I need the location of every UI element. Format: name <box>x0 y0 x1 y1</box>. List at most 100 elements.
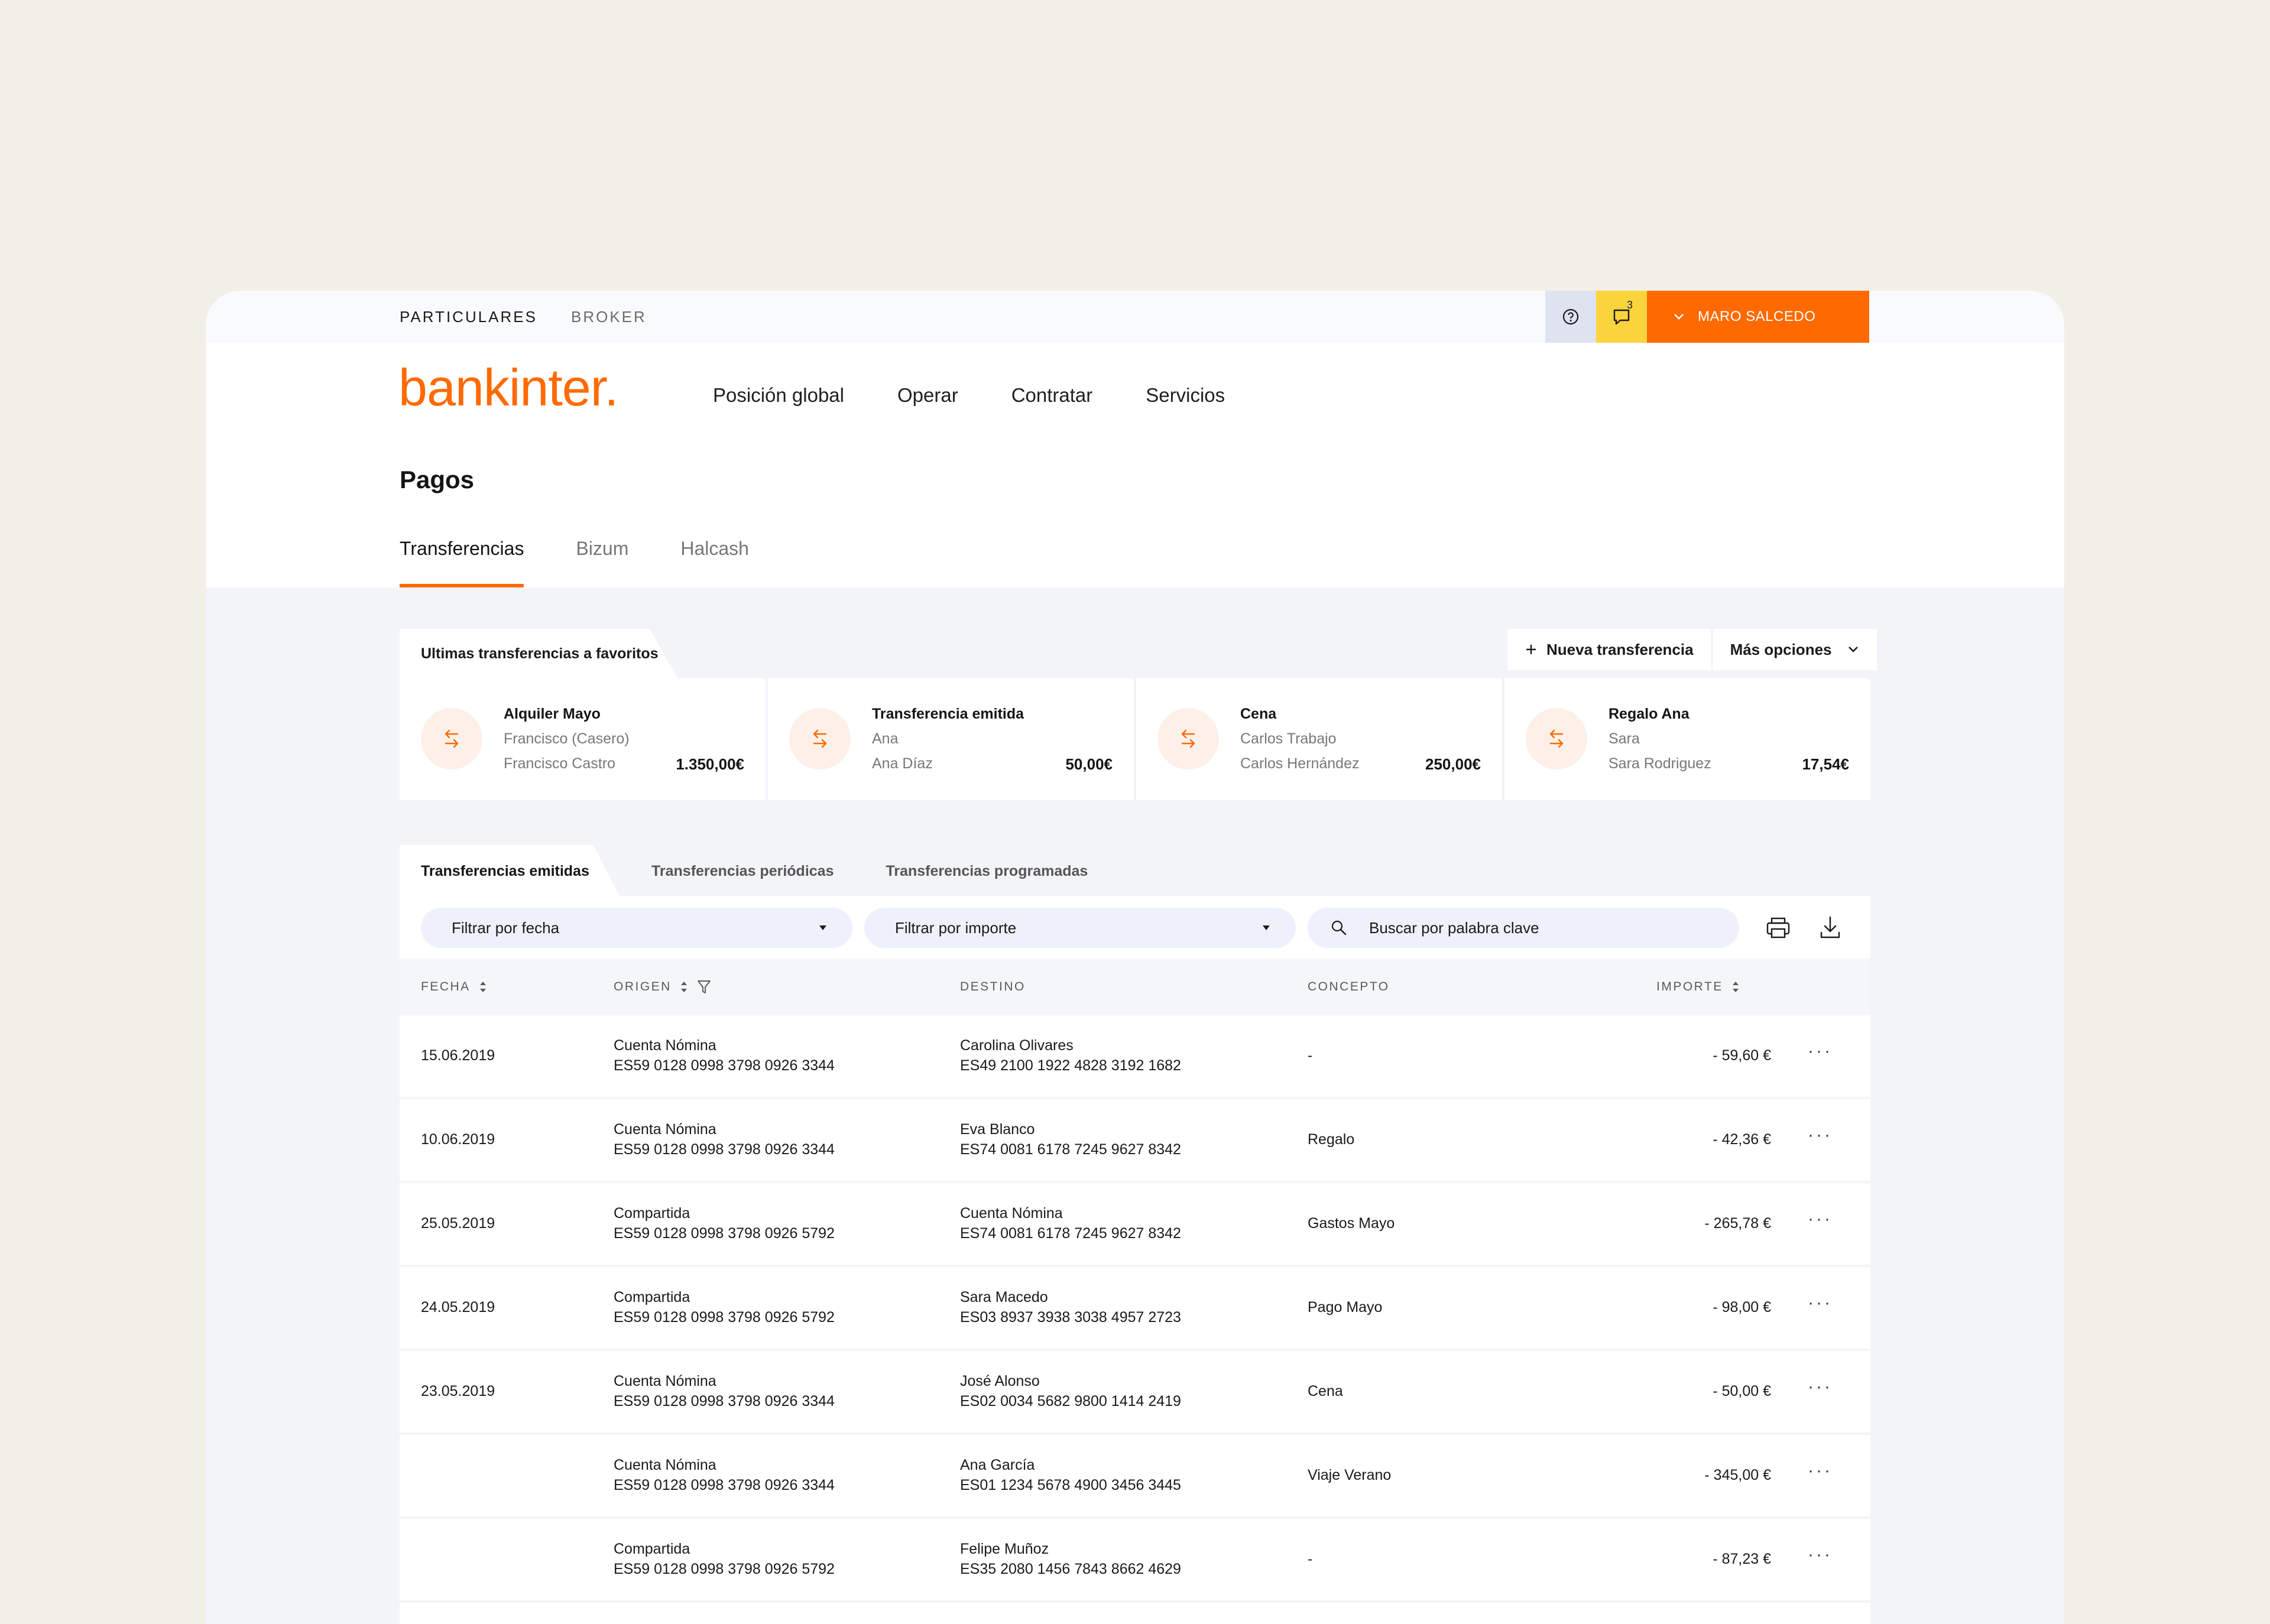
chevron-down-icon <box>1674 314 1684 320</box>
favorite-amount: 50,00€ <box>1065 755 1113 773</box>
favorite-card[interactable]: Transferencia emitida Ana Ana Díaz 50,00… <box>768 678 1134 800</box>
cell-importe: - 98,00 € <box>1713 1299 1771 1316</box>
cell-destino: Felipe Muñoz ES35 2080 1456 7843 8662 46… <box>960 1539 1181 1579</box>
segment-particulares[interactable]: PARTICULARES <box>400 291 537 343</box>
print-icon <box>1766 917 1790 938</box>
row-more-icon[interactable]: ··· <box>1808 1041 1833 1061</box>
table-row[interactable]: Cuenta Nómina ES59 0128 0998 3798 0926 3… <box>400 1435 1870 1516</box>
row-more-icon[interactable]: ··· <box>1808 1125 1833 1145</box>
favorite-alias: Sara <box>1609 730 1640 747</box>
cell-destino: Carolina Olivares ES49 2100 1922 4828 31… <box>960 1035 1181 1076</box>
segment-broker[interactable]: BROKER <box>571 291 647 343</box>
column-origen[interactable]: ORIGEN <box>614 959 712 1015</box>
cell-importe: - 42,36 € <box>1713 1131 1771 1148</box>
row-more-icon[interactable]: ··· <box>1808 1293 1833 1313</box>
cell-fecha: 15.06.2019 <box>421 1047 495 1064</box>
cell-destino: Ana García ES01 1234 5678 4900 3456 3445 <box>960 1455 1181 1495</box>
user-name: MARO SALCEDO <box>1698 308 1816 324</box>
tab-transferencias-emitidas[interactable]: Transferencias emitidas <box>400 845 620 896</box>
sort-icon <box>479 982 486 992</box>
tab-transferencias[interactable]: Transferencias <box>400 538 524 587</box>
column-importe-label: IMPORTE <box>1656 980 1723 993</box>
new-transfer-label: Nueva transferencia <box>1546 640 1694 658</box>
column-fecha-label: FECHA <box>421 980 471 993</box>
origen-iban: ES59 0128 0998 3798 0926 3344 <box>614 1477 835 1493</box>
cell-concepto: Pago Mayo <box>1308 1299 1383 1316</box>
table-row[interactable]: 23.05.2019 Cuenta Nómina ES59 0128 0998 … <box>400 1351 1870 1433</box>
row-more-icon[interactable]: ··· <box>1808 1461 1833 1481</box>
cell-fecha: 10.06.2019 <box>421 1131 495 1148</box>
nav-servicios[interactable]: Servicios <box>1146 384 1225 407</box>
favorites-title: Ultimas transferencias a favoritos <box>400 629 677 678</box>
table-row[interactable]: 15.06.2019 Cuenta Nómina ES59 0128 0998 … <box>400 1015 1870 1097</box>
favorite-alias: Francisco (Casero) <box>504 730 630 747</box>
filter-amount-label: Filtrar por importe <box>895 918 1017 937</box>
cell-importe: - 87,23 € <box>1713 1551 1771 1567</box>
nav-contratar[interactable]: Contratar <box>1011 384 1093 407</box>
transfer-arrows-icon <box>1157 708 1219 769</box>
cell-origen: Cuenta Nómina ES59 0128 0998 3798 0926 3… <box>614 1119 835 1159</box>
payment-tabs: Transferencias Bizum Halcash <box>400 538 749 587</box>
tab-halcash[interactable]: Halcash <box>680 538 749 587</box>
cell-origen: Cuenta Nómina ES59 0128 0998 3798 0926 3… <box>614 1455 835 1495</box>
transfer-list-tabs: Transferencias emitidas Transferencias p… <box>400 845 1088 896</box>
origen-account: Cuenta Nómina <box>614 1121 716 1138</box>
new-transfer-button[interactable]: Nueva transferencia <box>1507 629 1713 670</box>
origen-account: Cuenta Nómina <box>614 1037 716 1054</box>
destino-name: Felipe Muñoz <box>960 1541 1049 1557</box>
sort-icon <box>680 982 687 992</box>
destino-iban: ES74 0081 6178 7245 9627 8342 <box>960 1141 1181 1158</box>
destino-name: Eva Blanco <box>960 1121 1035 1138</box>
favorite-card[interactable]: Regalo Ana Sara Sara Rodriguez 17,54€ <box>1504 678 1870 800</box>
download-button[interactable] <box>1815 912 1846 943</box>
cell-concepto: Cena <box>1308 1383 1343 1399</box>
nav-posicion-global[interactable]: Posición global <box>713 384 844 407</box>
tab-transferencias-periodicas[interactable]: Transferencias periódicas <box>651 845 834 896</box>
origen-iban: ES59 0128 0998 3798 0926 3344 <box>614 1141 835 1158</box>
origen-iban: ES59 0128 0998 3798 0926 5792 <box>614 1561 835 1577</box>
transfer-actions: Nueva transferencia Más opciones <box>1507 629 1877 670</box>
table-row[interactable]: 10.06.2019 Cuenta Nómina ES59 0128 0998 … <box>400 1099 1870 1181</box>
svg-text:bankinter.: bankinter. <box>398 364 618 417</box>
column-importe[interactable]: IMPORTE <box>1656 959 1740 1015</box>
column-concepto: CONCEPTO <box>1308 980 1390 993</box>
row-more-icon[interactable]: ··· <box>1808 1209 1833 1229</box>
favorite-card[interactable]: Cena Carlos Trabajo Carlos Hernández 250… <box>1136 678 1502 800</box>
transfers-table-body: 15.06.2019 Cuenta Nómina ES59 0128 0998 … <box>400 1015 1870 1624</box>
cell-importe: - 345,00 € <box>1704 1467 1771 1483</box>
destino-name: José Alonso <box>960 1373 1040 1389</box>
table-row[interactable]: 24.05.2019 Compartida ES59 0128 0998 379… <box>400 1267 1870 1349</box>
row-more-icon[interactable]: ··· <box>1808 1545 1833 1565</box>
print-button[interactable] <box>1763 912 1794 943</box>
nav-operar[interactable]: Operar <box>897 384 958 407</box>
destino-iban: ES49 2100 1922 4828 3192 1682 <box>960 1057 1181 1074</box>
tab-bizum[interactable]: Bizum <box>576 538 628 587</box>
main-nav: Posición global Operar Contratar Servici… <box>713 384 1225 407</box>
table-header: FECHA ORIGEN DESTINO CONCEPTO IMPORTE <box>400 959 1870 1015</box>
filter-amount-select[interactable]: Filtrar por importe <box>864 908 1296 948</box>
favorite-beneficiary: Francisco Castro <box>504 755 615 772</box>
origen-account: Cuenta Nómina <box>614 1457 716 1473</box>
favorite-card[interactable]: Alquiler Mayo Francisco (Casero) Francis… <box>400 678 766 800</box>
favorite-name: Regalo Ana <box>1609 706 1689 722</box>
table-row[interactable]: Compartida ES59 0128 0998 3798 0926 5792… <box>400 1519 1870 1600</box>
page-title: Pagos <box>400 466 475 493</box>
tab-transferencias-programadas[interactable]: Transferencias programadas <box>886 845 1088 896</box>
more-options-dropdown[interactable]: Más opciones <box>1713 629 1877 670</box>
help-button[interactable] <box>1545 291 1596 343</box>
cell-destino: Cuenta Nómina ES74 0081 6178 7245 9627 8… <box>960 1203 1181 1243</box>
search-icon <box>1331 920 1347 936</box>
chevron-down-icon <box>1848 647 1858 652</box>
filter-date-select[interactable]: Filtrar por fecha <box>421 908 852 948</box>
messages-button[interactable]: 3 <box>1596 291 1647 343</box>
table-row[interactable]: 25.05.2019 Compartida ES59 0128 0998 379… <box>400 1183 1870 1265</box>
transfer-arrows-icon <box>1526 708 1587 769</box>
column-fecha[interactable]: FECHA <box>421 959 487 1015</box>
filter-funnel-icon[interactable] <box>696 979 712 995</box>
row-more-icon[interactable]: ··· <box>1808 1377 1833 1397</box>
bankinter-logo[interactable]: bankinter. <box>398 364 670 417</box>
table-row-partial <box>400 1603 1870 1624</box>
header: bankinter. Posición global Operar Contra… <box>206 343 2064 587</box>
search-input[interactable]: Buscar por palabra clave <box>1308 908 1739 948</box>
user-menu-button[interactable]: MARO SALCEDO <box>1647 291 1869 343</box>
